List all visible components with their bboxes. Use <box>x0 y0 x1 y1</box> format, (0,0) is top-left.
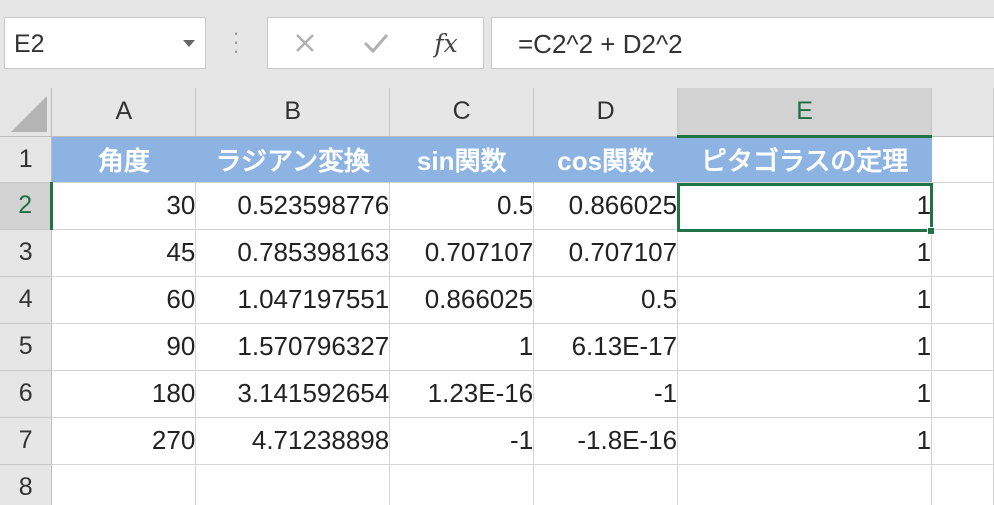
formula-buttons: fx <box>267 17 484 69</box>
cell-a6[interactable]: 180 <box>51 370 197 418</box>
cell-e8[interactable] <box>677 464 933 505</box>
cell-f1[interactable] <box>931 136 994 183</box>
insert-function-button[interactable]: fx <box>416 18 476 68</box>
cell-d7[interactable]: -1.8E-16 <box>533 417 679 465</box>
cell-a5[interactable]: 90 <box>51 323 197 371</box>
close-icon <box>296 34 314 52</box>
cell-c7[interactable]: -1 <box>389 417 535 465</box>
table-row: 3 45 0.785398163 0.707107 0.707107 1 <box>0 229 994 277</box>
cell-b1[interactable]: ラジアン変換 <box>195 136 391 183</box>
row-header[interactable]: 8 <box>0 464 53 505</box>
cell-f5[interactable] <box>931 323 994 371</box>
cell-e5[interactable]: 1 <box>677 323 933 371</box>
table-row: 5 90 1.570796327 1 6.13E-17 1 <box>0 323 994 371</box>
enter-button[interactable] <box>346 18 406 68</box>
cell-d8[interactable] <box>533 464 679 505</box>
cell-f2[interactable] <box>931 182 994 230</box>
row-header[interactable]: 7 <box>0 417 53 465</box>
column-header-b[interactable]: B <box>195 88 391 137</box>
row-header[interactable]: 6 <box>0 370 53 418</box>
cell-c2[interactable]: 0.5 <box>389 182 535 230</box>
checkmark-icon <box>363 34 389 54</box>
cell-e3[interactable]: 1 <box>677 229 933 277</box>
cell-b5[interactable]: 1.570796327 <box>195 323 391 371</box>
cell-f3[interactable] <box>931 229 994 277</box>
cell-b3[interactable]: 0.785398163 <box>195 229 391 277</box>
row-header[interactable]: 1 <box>0 136 53 183</box>
column-header-a[interactable]: A <box>51 88 197 137</box>
cell-c5[interactable]: 1 <box>389 323 535 371</box>
cell-b7[interactable]: 4.71238898 <box>195 417 391 465</box>
row-header[interactable]: 4 <box>0 276 53 324</box>
cell-f6[interactable] <box>931 370 994 418</box>
cell-a1[interactable]: 角度 <box>51 136 197 183</box>
cell-e2[interactable]: 1 <box>677 182 933 230</box>
cell-d5[interactable]: 6.13E-17 <box>533 323 679 371</box>
cell-a2[interactable]: 30 <box>51 182 197 230</box>
table-row: 1 角度 ラジアン変換 sin関数 cos関数 ピタゴラスの定理 <box>0 136 994 183</box>
cell-e6[interactable]: 1 <box>677 370 933 418</box>
cell-b2[interactable]: 0.523598776 <box>195 182 391 230</box>
cell-d1[interactable]: cos関数 <box>533 136 679 183</box>
cell-d3[interactable]: 0.707107 <box>533 229 679 277</box>
formula-input[interactable]: =C2^2 + D2^2 <box>491 17 994 69</box>
table-row: 6 180 3.141592654 1.23E-16 -1 1 <box>0 370 994 418</box>
table-row: 7 270 4.71238898 -1 -1.8E-16 1 <box>0 417 994 465</box>
cell-a7[interactable]: 270 <box>51 417 197 465</box>
cell-e1[interactable]: ピタゴラスの定理 <box>677 136 933 183</box>
drag-handle-icon[interactable]: · · · <box>229 22 243 62</box>
column-header-f[interactable] <box>931 88 994 137</box>
table-row: 4 60 1.047197551 0.866025 0.5 1 <box>0 276 994 324</box>
cell-b8[interactable] <box>195 464 391 505</box>
table-row: 8 <box>0 464 994 505</box>
name-box[interactable]: E2 <box>4 17 206 69</box>
cell-a3[interactable]: 45 <box>51 229 197 277</box>
column-header-d[interactable]: D <box>533 88 679 137</box>
cell-b4[interactable]: 1.047197551 <box>195 276 391 324</box>
cell-f4[interactable] <box>931 276 994 324</box>
cell-c6[interactable]: 1.23E-16 <box>389 370 535 418</box>
cell-a4[interactable]: 60 <box>51 276 197 324</box>
fill-handle[interactable] <box>927 227 935 235</box>
formula-text: =C2^2 + D2^2 <box>518 29 683 59</box>
select-all-corner[interactable] <box>0 88 53 137</box>
row-header[interactable]: 2 <box>0 182 54 230</box>
cell-f7[interactable] <box>931 417 994 465</box>
cell-e7[interactable]: 1 <box>677 417 933 465</box>
cell-d4[interactable]: 0.5 <box>533 276 679 324</box>
column-header-c[interactable]: C <box>389 88 535 137</box>
chevron-down-icon[interactable] <box>183 40 195 47</box>
cell-d2[interactable]: 0.866025 <box>533 182 679 230</box>
cell-c1[interactable]: sin関数 <box>389 136 535 183</box>
name-box-value: E2 <box>14 30 45 58</box>
cell-e4[interactable]: 1 <box>677 276 933 324</box>
spreadsheet-grid: A B C D E 1 角度 ラジアン変換 sin関数 cos関数 ピタゴラスの… <box>0 88 994 505</box>
row-header[interactable]: 5 <box>0 323 53 371</box>
sheet-table: A B C D E 1 角度 ラジアン変換 sin関数 cos関数 ピタゴラスの… <box>0 88 994 505</box>
table-row: 2 30 0.523598776 0.5 0.866025 1 <box>0 182 994 230</box>
column-header-e[interactable]: E <box>677 88 933 138</box>
cancel-button[interactable] <box>275 18 335 68</box>
cell-a8[interactable] <box>51 464 197 505</box>
cell-b6[interactable]: 3.141592654 <box>195 370 391 418</box>
cell-c3[interactable]: 0.707107 <box>389 229 535 277</box>
cell-c4[interactable]: 0.866025 <box>389 276 535 324</box>
row-header[interactable]: 3 <box>0 229 53 277</box>
cell-f8[interactable] <box>931 464 994 505</box>
cell-d6[interactable]: -1 <box>533 370 679 418</box>
cell-c8[interactable] <box>389 464 535 505</box>
